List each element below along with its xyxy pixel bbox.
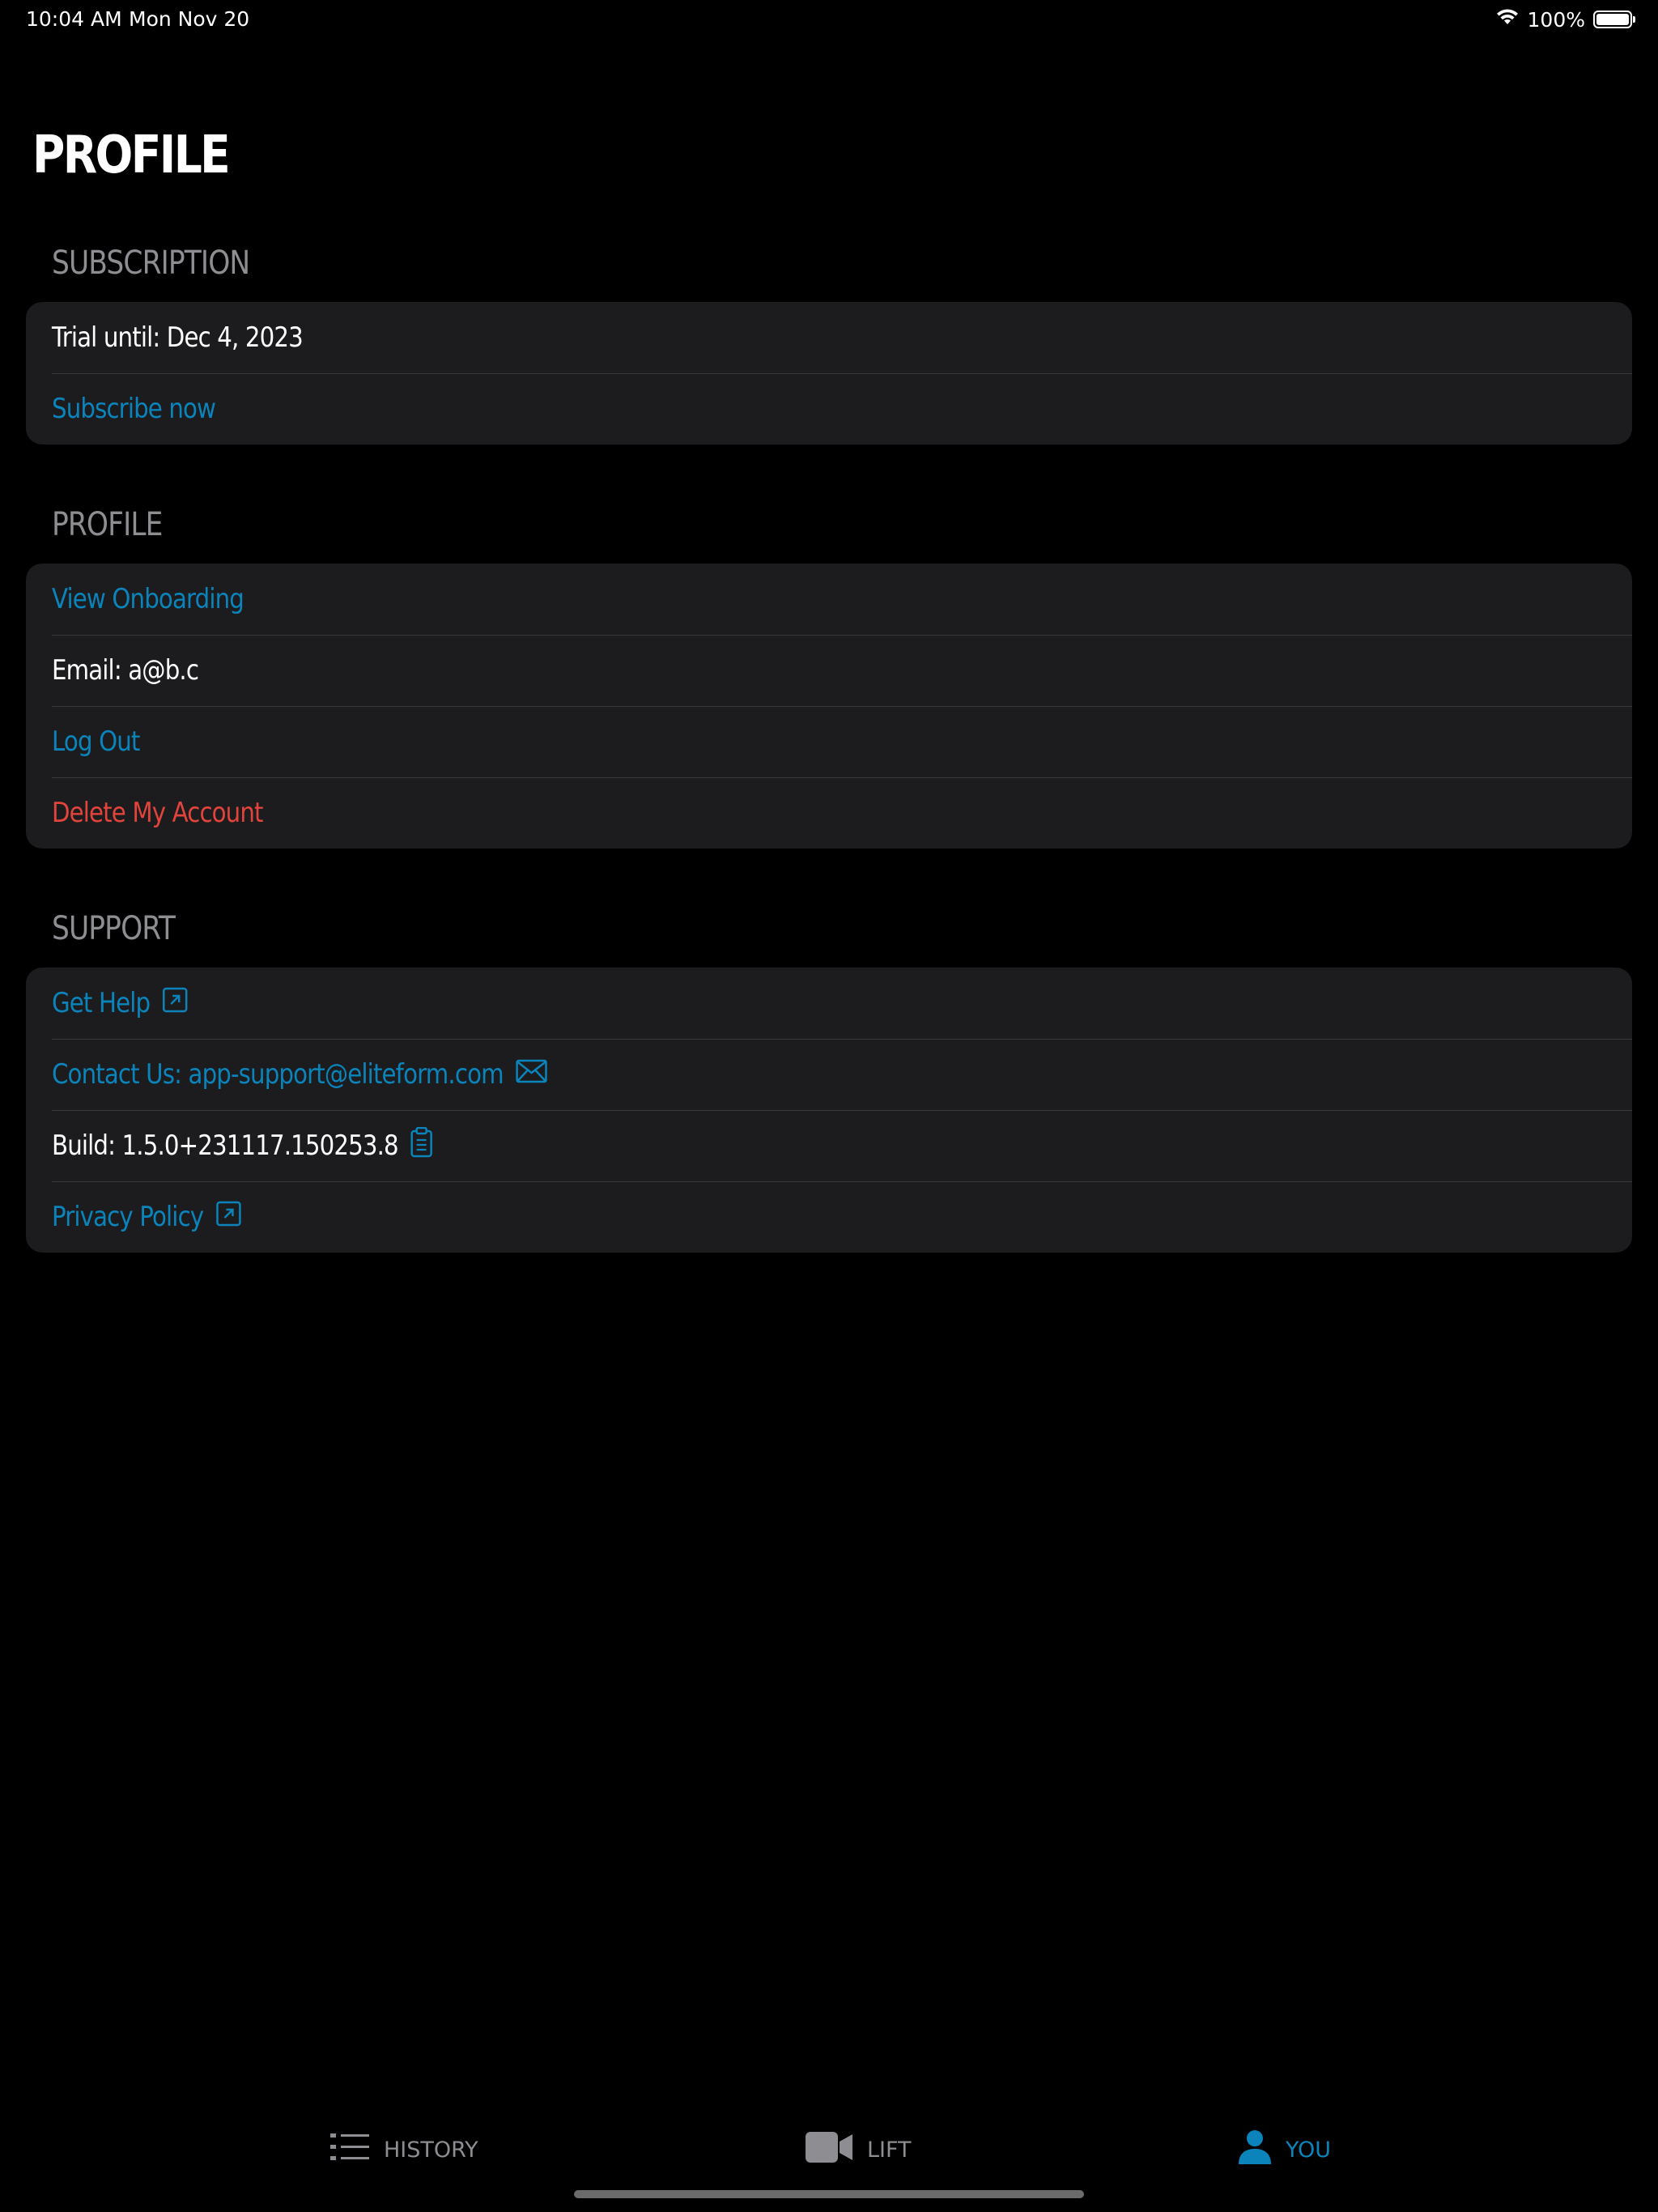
tab-history[interactable]: HISTORY bbox=[330, 2113, 478, 2186]
build-row[interactable]: Build: 1.5.0+231117.150253.8 bbox=[26, 1110, 1632, 1181]
email-value: Email: a@b.c bbox=[52, 654, 199, 687]
external-link-icon bbox=[162, 987, 188, 1020]
privacy-policy-label: Privacy Policy bbox=[52, 1201, 204, 1233]
home-indicator bbox=[574, 2190, 1084, 2198]
email-row: Email: a@b.c bbox=[26, 635, 1632, 706]
tab-bar: HISTORY LIFT YOU bbox=[0, 2113, 1658, 2186]
trial-status: Trial until: Dec 4, 2023 bbox=[52, 321, 304, 354]
tab-lift[interactable]: LIFT bbox=[806, 2113, 912, 2186]
subscribe-row[interactable]: Subscribe now bbox=[26, 373, 1632, 445]
person-icon bbox=[1239, 2129, 1271, 2170]
log-out-button[interactable]: Log Out bbox=[52, 725, 140, 758]
contact-us-label: Contact Us: app-support@eliteform.com bbox=[52, 1058, 504, 1091]
tab-you-label: YOU bbox=[1286, 2137, 1332, 2163]
battery-icon bbox=[1593, 11, 1635, 28]
get-help-row[interactable]: Get Help bbox=[26, 968, 1632, 1039]
status-indicators: 100% bbox=[1495, 7, 1635, 32]
delete-account-button[interactable]: Delete My Account bbox=[52, 797, 263, 829]
envelope-icon bbox=[515, 1058, 547, 1091]
tab-history-label: HISTORY bbox=[384, 2137, 478, 2163]
battery-percentage: 100% bbox=[1527, 7, 1585, 32]
trial-row: Trial until: Dec 4, 2023 bbox=[26, 302, 1632, 373]
tab-you[interactable]: YOU bbox=[1239, 2113, 1331, 2186]
video-camera-icon bbox=[806, 2131, 852, 2168]
contact-us-link[interactable]: Contact Us: app-support@eliteform.com bbox=[52, 1058, 547, 1091]
support-card: Get Help Contact Us: app-support@elitefo… bbox=[26, 968, 1632, 1253]
get-help-link[interactable]: Get Help bbox=[52, 987, 188, 1020]
section-header-subscription: SUBSCRIPTION bbox=[52, 245, 250, 282]
contact-row[interactable]: Contact Us: app-support@eliteform.com bbox=[26, 1039, 1632, 1110]
subscription-card: Trial until: Dec 4, 2023 Subscribe now bbox=[26, 302, 1632, 445]
view-onboarding-button[interactable]: View Onboarding bbox=[52, 583, 244, 615]
subscribe-now-button[interactable]: Subscribe now bbox=[52, 393, 216, 425]
page-title: PROFILE bbox=[32, 125, 231, 185]
profile-card: View Onboarding Email: a@b.c Log Out Del… bbox=[26, 564, 1632, 849]
list-icon bbox=[330, 2131, 369, 2169]
clipboard-icon[interactable] bbox=[410, 1126, 433, 1165]
privacy-policy-link[interactable]: Privacy Policy bbox=[52, 1201, 241, 1234]
status-bar: 10:04 AM Mon Nov 20 100% bbox=[0, 0, 1658, 39]
external-link-icon bbox=[215, 1201, 241, 1234]
log-out-row[interactable]: Log Out bbox=[26, 706, 1632, 777]
tab-lift-label: LIFT bbox=[867, 2137, 912, 2163]
get-help-label: Get Help bbox=[52, 987, 151, 1019]
battery-level bbox=[1596, 14, 1629, 25]
section-header-profile: PROFILE bbox=[52, 506, 163, 543]
delete-account-row[interactable]: Delete My Account bbox=[26, 777, 1632, 849]
build-label: Build: 1.5.0+231117.150253.8 bbox=[52, 1129, 399, 1162]
section-header-support: SUPPORT bbox=[52, 910, 176, 947]
view-onboarding-row[interactable]: View Onboarding bbox=[26, 564, 1632, 635]
privacy-row[interactable]: Privacy Policy bbox=[26, 1181, 1632, 1253]
status-time: 10:04 AM bbox=[26, 7, 122, 31]
status-date: Mon Nov 20 bbox=[129, 7, 250, 31]
wifi-icon bbox=[1495, 7, 1520, 32]
build-info[interactable]: Build: 1.5.0+231117.150253.8 bbox=[52, 1126, 433, 1165]
